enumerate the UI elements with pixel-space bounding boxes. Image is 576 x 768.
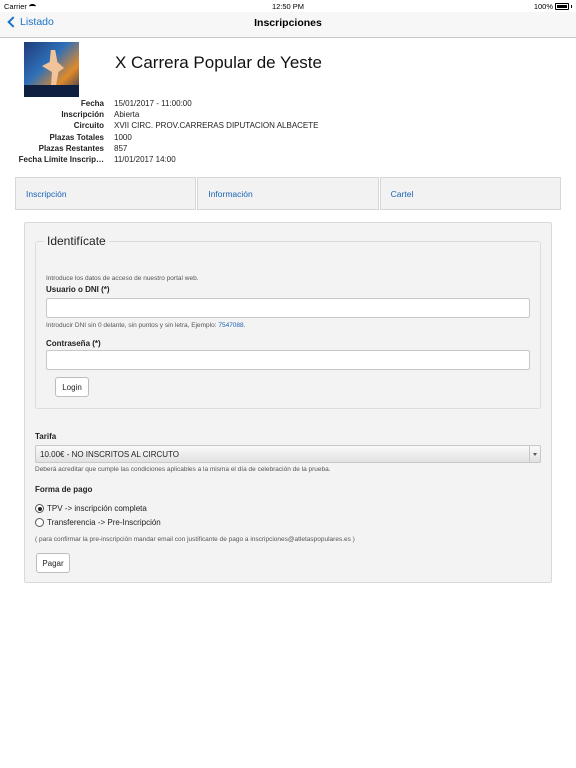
race-poster-image[interactable] [24,42,79,97]
status-bar: Carrier 12:50 PM 100% [0,0,576,12]
detail-key: Fecha [80,99,104,108]
detail-value: 857 [114,143,128,153]
poster-band [24,85,79,97]
detail-row-fecha: Fecha 15/01/2017 - 11:00:00 [10,98,454,109]
detail-value: 11/01/2017 14:00 [114,155,176,165]
payment-option-label: TPV -> inscripción completa [47,504,147,513]
detail-key: Plazas Totales [49,132,104,142]
detail-row-plazas-totales: Plazas Totales 1000 [10,132,454,143]
race-details: Fecha 15/01/2017 - 11:00:00 Inscripción Ab… [10,98,454,165]
detail-value: 1000 [114,132,132,142]
user-hint: Introducir DNI sin 0 delante, sin puntos… [46,322,245,329]
battery-icon [555,3,569,10]
tarifa-select[interactable]: 10.00€ - NO INSCRITOS AL CIRCUTO [35,445,541,463]
payment-note: ( para confirmar la pre-inscripción mand… [35,536,355,543]
detail-key: Fecha Límite Inscrip… [18,155,104,165]
tarifa-label: Tarifa [35,432,57,441]
navigation-bar: Listado Inscripciones [0,12,576,38]
tarifa-note: Deberá acreditar que cumple las condicio… [35,466,331,473]
password-field[interactable] [46,350,530,370]
forma-pago-label: Forma de pago [35,485,93,494]
user-input[interactable] [46,298,530,318]
detail-key: Circuito [73,121,104,131]
runner-figure [42,50,64,90]
page-title: Inscripciones [254,17,322,29]
pay-button[interactable]: Pagar [36,553,70,573]
detail-row-plazas-restantes: Plazas Restantes 857 [10,143,454,154]
battery-fill [557,5,567,8]
payment-option-transferencia[interactable]: Transferencia -> Pre-Inscripción [35,518,161,527]
login-button[interactable]: Login [55,377,89,397]
detail-value: 15/01/2017 - 11:00:00 [114,99,192,108]
battery-tip [571,5,572,8]
user-hint-text: Introducir DNI sin 0 delante, sin puntos… [46,322,217,329]
password-label: Contraseña (*) [46,339,101,348]
detail-row-circuito: Circuito XVII CIRC. PROV.CARRERAS DIPUTAC… [10,120,454,131]
user-hint-suffix: . [243,322,246,329]
detail-row-inscripcion: Inscripción Abierta [10,109,454,120]
detail-value: Abierta [114,110,140,120]
battery-indicator: 100% [534,2,572,11]
detail-key: Plazas Restantes [38,143,104,153]
battery-percent: 100% [533,2,553,11]
radio-button[interactable] [35,504,44,513]
tarifa-selected-value: 10.00€ - NO INSCRITOS AL CIRCUTO [40,450,180,459]
inscription-panel: Identifícate Introduce los datos de acce… [24,222,552,583]
payment-option-tpv[interactable]: TPV -> inscripción completa [35,504,147,513]
tab-cartel[interactable]: Cartel [379,177,561,210]
login-legend: Identifícate [44,234,109,248]
tab-inscripcion[interactable]: Inscripción [15,177,197,210]
user-hint-example-link[interactable]: 7547088 [218,322,243,329]
clock: 12:50 PM [271,2,305,11]
login-fieldset: Identifícate Introduce los datos de acce… [35,234,541,409]
login-intro: Introduce los datos de acceso de nuestro… [46,275,199,282]
detail-key: Inscripción [61,110,104,120]
tab-informacion[interactable]: Información [197,177,379,210]
detail-row-fecha-limite: Fecha Límite Inscrip… 11/01/2017 14:00 [10,154,454,165]
payment-option-label: Transferencia -> Pre-Inscripción [47,518,161,527]
detail-value: XVII CIRC. PROV.CARRERAS DIPUTACION ALBA… [114,121,319,131]
chevron-down-icon [529,446,540,462]
race-title: X Carrera Popular de Yeste [115,53,322,72]
user-label: Usuario o DNI (*) [46,285,110,294]
section-tabs: Inscripción Información Cartel [15,177,561,210]
radio-button[interactable] [35,518,44,527]
